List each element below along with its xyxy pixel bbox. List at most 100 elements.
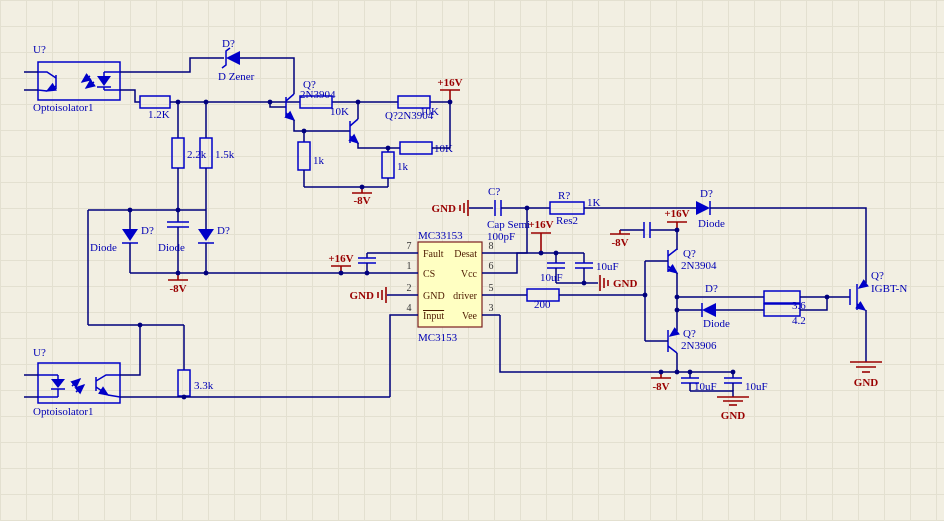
pnp-transistor-q4[interactable]: Q? 2N3906 [645, 328, 717, 353]
power-port-neg8v-2[interactable]: -8V [168, 273, 188, 295]
wire[interactable] [390, 315, 400, 397]
rdrv-value: 200 [534, 299, 551, 311]
resistor-1.2k[interactable]: 1.2K [140, 96, 170, 121]
dz-designator: D? [222, 38, 235, 50]
rres2-lib: Res2 [556, 215, 578, 227]
power-port-16v-vcc[interactable]: +16V [528, 219, 553, 253]
schematic-canvas: U? Optoisolator1 D? D Zener 1.2K 10K 10K… [0, 0, 944, 521]
power-port-neg8v-3[interactable]: -8V [610, 230, 630, 249]
optoisolator-top[interactable]: U? Optoisolator1 [24, 44, 120, 114]
optoisolator-bottom[interactable]: U? Optoisolator1 [24, 347, 120, 418]
power-port-16v-pushpull[interactable]: +16V [664, 208, 689, 230]
cblank-designator: C? [488, 186, 500, 198]
diode-desat[interactable]: D? Diode [696, 188, 725, 230]
cblank-value: 100pF [487, 231, 515, 243]
pin-name: GND [423, 291, 445, 302]
gnd-port-vcc[interactable]: GND [600, 275, 638, 291]
capacitor-cs[interactable] [358, 253, 376, 273]
pin-number: 1 [407, 261, 412, 272]
r15-value: 1.5k [215, 149, 235, 161]
opto2-designator: U? [33, 347, 46, 359]
gnd-label: GND [613, 278, 638, 290]
pin-name: Desat [454, 249, 477, 260]
dgate-value: Diode [703, 318, 730, 330]
igbt-transistor[interactable]: Q? IGBT-N [850, 270, 907, 310]
q2-designator: Q?2N3904 [385, 110, 434, 122]
resistor-200[interactable]: 200 [500, 289, 559, 311]
npn-transistor-q1[interactable]: Q? 2N3904 [270, 79, 336, 120]
ddesat-designator: D? [700, 188, 713, 200]
d1-value: Diode [90, 242, 117, 254]
pin-name: driver [453, 291, 478, 302]
power-port-16v-cs[interactable]: +16V [328, 253, 353, 273]
wire[interactable] [120, 58, 224, 72]
q1-value: 2N3904 [300, 89, 336, 101]
n8v-label: -8V [353, 195, 370, 207]
zener-diode[interactable]: D? D Zener [218, 38, 255, 83]
gnd-earth-igbt[interactable]: GND [850, 362, 882, 389]
wire[interactable] [500, 253, 584, 273]
capacitor-vee1[interactable]: 10uF [681, 372, 717, 393]
diode-d2[interactable]: D? [198, 210, 230, 273]
r-in-value: 1.2K [148, 109, 170, 121]
rres2-designator: R? [558, 190, 570, 202]
igbt-value: IGBT-N [871, 283, 907, 295]
npn-transistor-q3[interactable]: Q? 2N3904 [645, 248, 717, 273]
pin-number: 5 [489, 283, 494, 294]
diode-d1[interactable]: D? Diode [90, 210, 154, 273]
power-port-16v-top[interactable]: +16V [437, 77, 462, 102]
diode-gate[interactable]: D? Diode [702, 283, 730, 330]
resistor-3.3k[interactable]: 3.3k [178, 325, 214, 397]
gnd-label: GND [854, 377, 879, 389]
r33-value: 3.3k [194, 380, 214, 392]
ic-mc33153[interactable]: MC33153 MC3153 7 1 2 4 8 6 5 3 Fault CS … [400, 230, 500, 344]
p16v-label: +16V [328, 253, 353, 265]
gnd-port-desat[interactable]: GND [432, 200, 493, 216]
npn-transistor-q2[interactable]: Q?2N3904 [350, 110, 434, 143]
wire[interactable] [120, 90, 140, 102]
pin-name: Vee [462, 311, 478, 322]
cvcc1-value: 10uF [540, 272, 563, 284]
capacitor-blanking[interactable]: C? Cap Semi 100pF [487, 186, 530, 243]
pin-number: 7 [407, 241, 412, 252]
resistor-gate-off[interactable]: 4.2 [764, 304, 806, 327]
rres2-value: 1K [587, 197, 601, 209]
ic-designator: MC33153 [418, 230, 463, 242]
capacitor-vcc1[interactable]: 10uF [540, 253, 565, 284]
pin-name: Vcc [461, 269, 478, 280]
ic-part: MC3153 [418, 332, 458, 344]
led-icon [38, 375, 84, 397]
power-port-neg8v-4[interactable]: -8V [651, 372, 671, 393]
d1-designator: D? [141, 225, 154, 237]
q4-value: 2N3906 [681, 340, 717, 352]
rgate2-value: 4.2 [792, 315, 806, 327]
wire[interactable] [710, 208, 866, 283]
wire[interactable] [120, 325, 140, 375]
igbt-designator: Q? [871, 270, 884, 282]
cblank-lib: Cap Semi [487, 219, 530, 231]
cvcc2-value: 10uF [596, 261, 619, 273]
gnd-earth-vee[interactable]: GND [717, 397, 749, 422]
opto1-designator: U? [33, 44, 46, 56]
resistor-2.2k[interactable]: 2.2k [172, 102, 207, 210]
resistor-1k-1[interactable]: 1k [298, 131, 325, 187]
pin-name: CS [423, 269, 435, 280]
power-port-neg8v-1[interactable]: -8V [352, 187, 372, 207]
gnd-label: GND [432, 203, 457, 215]
dz-value: D Zener [218, 71, 255, 83]
capacitor-mid[interactable]: Diode [158, 210, 189, 273]
opto1-value: Optoisolator1 [33, 102, 94, 114]
wire[interactable] [358, 143, 400, 148]
q3-designator: Q? [683, 248, 696, 260]
cvee2-value: 10uF [745, 381, 768, 393]
r10k1-value: 10K [330, 106, 349, 118]
capacitor-rail[interactable] [620, 222, 677, 238]
ddesat-value: Diode [698, 218, 725, 230]
r1k2-value: 1k [397, 161, 409, 173]
p16v-label: +16V [528, 219, 553, 231]
led-icon [82, 72, 120, 90]
gnd-port-pin2[interactable]: GND [350, 287, 400, 303]
dgate-designator: D? [705, 283, 718, 295]
capacitor-vee2[interactable]: 10uF [724, 372, 768, 393]
n8v-label: -8V [611, 237, 628, 249]
